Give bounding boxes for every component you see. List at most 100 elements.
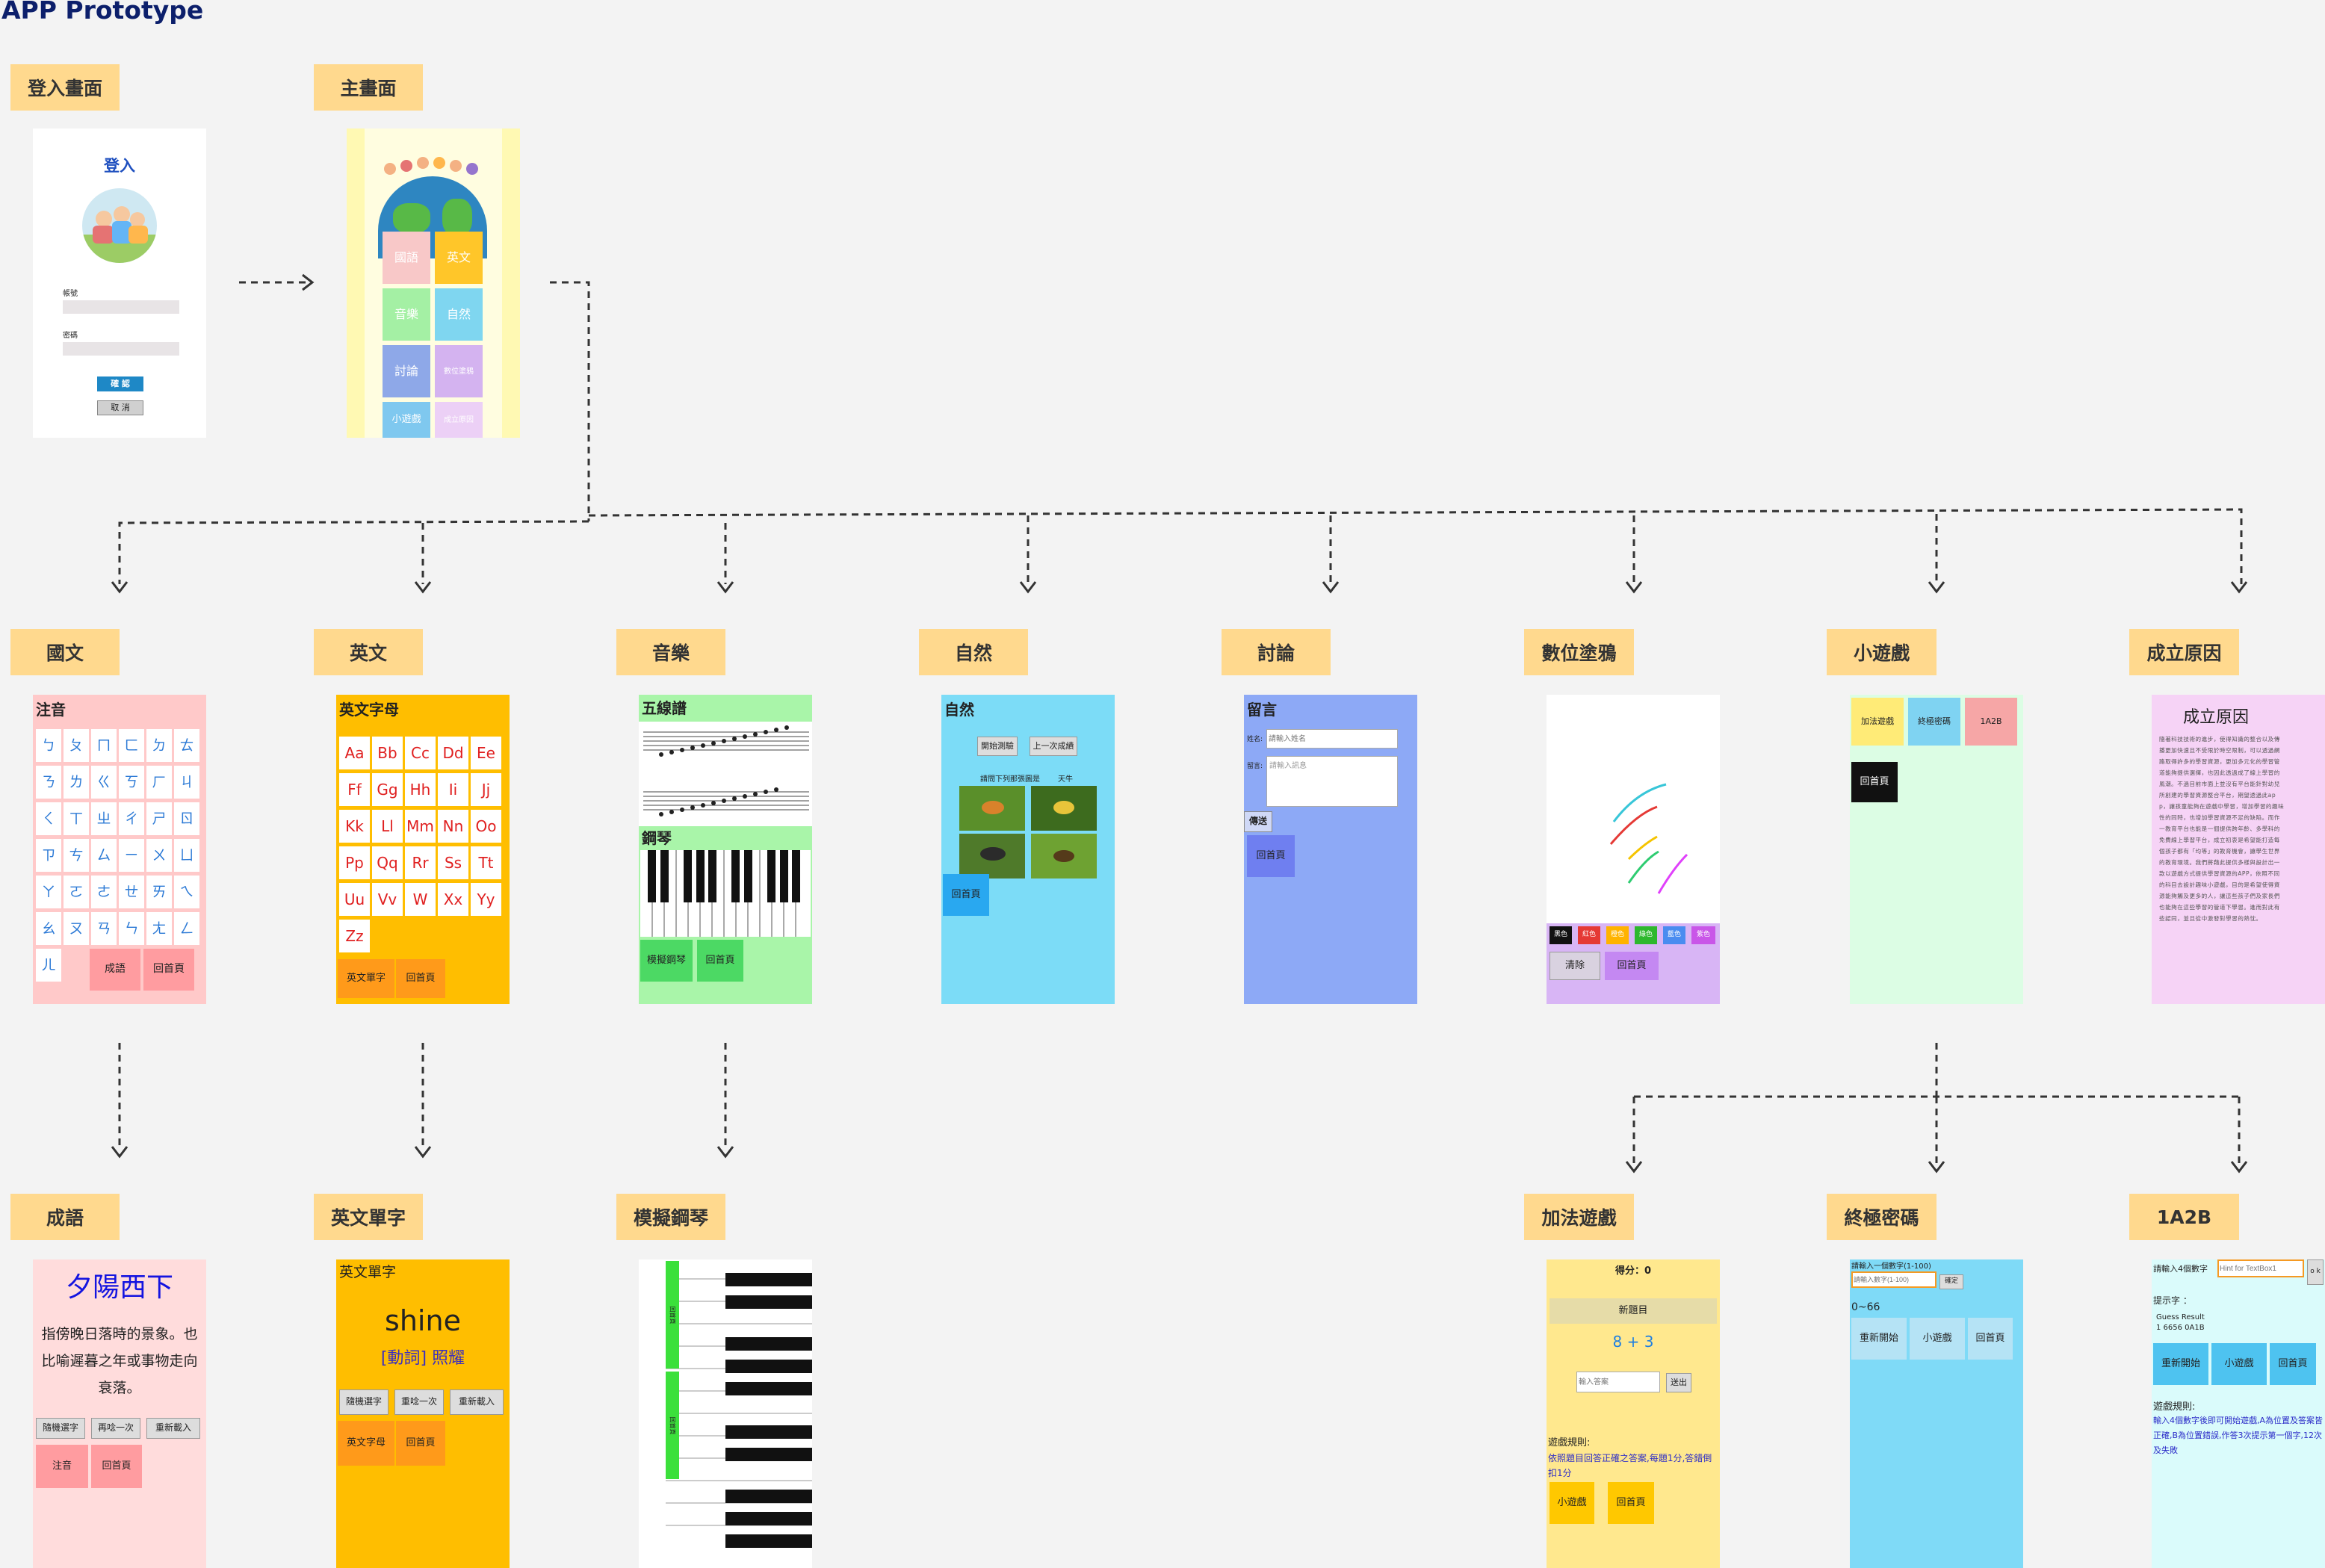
color-purple-button[interactable]: 紫色	[1691, 926, 1715, 944]
zhuyin-key[interactable]: ㄜ	[91, 876, 117, 908]
zhuyin-key[interactable]: ㄏ	[146, 766, 172, 799]
zhuyin-key[interactable]: ㄛ	[64, 876, 89, 908]
zhuyin-key[interactable]: ㄢ	[91, 912, 117, 945]
home-button[interactable]: 回首頁	[91, 1445, 142, 1488]
letter-key[interactable]: Pp	[339, 846, 370, 879]
letter-key[interactable]: Hh	[405, 773, 436, 806]
zhuyin-key[interactable]: ㄎ	[119, 766, 144, 799]
insect-photo-1[interactable]	[959, 786, 1025, 831]
letter-key[interactable]: Mm	[405, 810, 436, 843]
zhuyin-key[interactable]: ㄒ	[64, 802, 89, 835]
insect-photo-3[interactable]	[959, 834, 1025, 878]
zhuyin-key[interactable]: ㄓ	[91, 802, 117, 835]
zhuyin-key[interactable]: ㄐ	[174, 766, 199, 799]
zhuyin-key[interactable]: ㄈ	[119, 729, 144, 762]
letter-key[interactable]: Ll	[372, 810, 403, 843]
letter-key[interactable]: Kk	[339, 810, 370, 843]
random-word-button[interactable]: 隨機選字	[339, 1389, 388, 1415]
idiom-button[interactable]: 成語	[90, 949, 140, 991]
answer-input[interactable]	[1576, 1372, 1660, 1392]
letter-key[interactable]: Jj	[471, 773, 501, 806]
zhuyin-key[interactable]: ㄩ	[174, 839, 199, 872]
password-input[interactable]	[63, 342, 179, 356]
ab-game-button[interactable]: 1A2B	[1965, 698, 2017, 746]
piano-side-button-a[interactable]: 回首頁	[666, 1261, 679, 1369]
clear-button[interactable]: 清除	[1550, 952, 1600, 980]
zhuyin-key[interactable]: ㄑ	[36, 802, 61, 835]
restart-button[interactable]: 重新開始	[1851, 1318, 1907, 1360]
zhuyin-key[interactable]: ㄆ	[64, 729, 89, 762]
letter-key[interactable]: Ii	[438, 773, 468, 806]
color-black-button[interactable]: 黑色	[1550, 926, 1572, 944]
color-green-button[interactable]: 綠色	[1635, 926, 1657, 944]
guess-input[interactable]	[1851, 1271, 1937, 1288]
home-button[interactable]: 回首頁	[1605, 952, 1659, 980]
letter-key[interactable]: Ss	[438, 846, 468, 879]
name-input[interactable]	[1266, 729, 1398, 749]
games-button[interactable]: 小遊戲	[1550, 1482, 1594, 1524]
zhuyin-key[interactable]: ㄖ	[174, 802, 199, 835]
tile-games[interactable]: 小遊戲	[383, 402, 430, 438]
home-button[interactable]: 回首頁	[2270, 1343, 2316, 1385]
letter-key[interactable]: Nn	[438, 810, 468, 843]
color-orange-button[interactable]: 橙色	[1606, 926, 1629, 944]
restart-button[interactable]: 重新開始	[2153, 1343, 2208, 1385]
piano-button[interactable]: 模擬鋼琴	[640, 940, 693, 982]
tile-discuss[interactable]: 討論	[383, 345, 430, 397]
home-button[interactable]: 回首頁	[396, 959, 445, 998]
zhuyin-key[interactable]: ㄡ	[64, 912, 89, 945]
letter-key[interactable]: Bb	[372, 737, 403, 769]
piano-side-button-b[interactable]: 回首頁	[666, 1372, 679, 1479]
tile-chinese[interactable]: 國語	[383, 232, 430, 284]
home-button[interactable]: 回首頁	[396, 1421, 445, 1466]
words-button[interactable]: 英文單字	[338, 959, 394, 998]
cancel-button[interactable]: 取 消	[97, 400, 143, 415]
zhuyin-key[interactable]: ㄗ	[36, 839, 61, 872]
letter-key[interactable]: Vv	[372, 883, 403, 916]
zhuyin-key[interactable]: ㄥ	[174, 912, 199, 945]
zhuyin-key[interactable]: ㄕ	[146, 802, 172, 835]
ok-button[interactable]: o k	[2307, 1259, 2324, 1285]
insect-photo-2[interactable]	[1031, 786, 1097, 831]
zhuyin-key[interactable]: ㄇ	[91, 729, 117, 762]
confirm-button[interactable]: 確 認	[97, 376, 143, 391]
start-quiz-button[interactable]: 開始測驗	[977, 737, 1018, 756]
add-game-button[interactable]: 加法遊戲	[1851, 698, 1904, 746]
zhuyin-key[interactable]: ㄦ	[36, 949, 61, 982]
zhuyin-key[interactable]: ㄘ	[64, 839, 89, 872]
ultimate-game-button[interactable]: 終極密碼	[1908, 698, 1960, 746]
zhuyin-key[interactable]: ㄠ	[36, 912, 61, 945]
random-word-button[interactable]: 隨機選字	[36, 1418, 85, 1439]
color-red-button[interactable]: 紅色	[1578, 926, 1600, 944]
letter-key[interactable]: Ee	[471, 737, 501, 769]
zhuyin-key[interactable]: ㄚ	[36, 876, 61, 908]
zhuyin-key[interactable]: ㄙ	[91, 839, 117, 872]
tile-paint[interactable]: 數位塗鴉	[435, 345, 483, 397]
home-button[interactable]: 回首頁	[943, 874, 989, 916]
zhuyin-key[interactable]: ㄞ	[146, 876, 172, 908]
letter-key[interactable]: Xx	[438, 883, 468, 916]
zhuyin-button[interactable]: 注音	[36, 1445, 88, 1488]
send-button[interactable]: 傳送	[1244, 811, 1272, 832]
color-blue-button[interactable]: 藍色	[1663, 926, 1685, 944]
zhuyin-key[interactable]: ㄟ	[174, 876, 199, 908]
zhuyin-key[interactable]: ㄋ	[36, 766, 61, 799]
games-button[interactable]: 小遊戲	[2211, 1343, 2267, 1385]
reload-button[interactable]: 重新載入	[146, 1418, 200, 1439]
home-button[interactable]: 回首頁	[1608, 1482, 1654, 1524]
read-again-button[interactable]: 再唸一次	[91, 1418, 140, 1439]
letter-key[interactable]: Tt	[471, 846, 501, 879]
zhuyin-key[interactable]: ㄨ	[146, 839, 172, 872]
zhuyin-key[interactable]: ㄊ	[174, 729, 199, 762]
letter-key[interactable]: Cc	[405, 737, 436, 769]
home-button[interactable]: 回首頁	[697, 940, 743, 982]
games-button[interactable]: 小遊戲	[1910, 1318, 1965, 1360]
reload-button[interactable]: 重新載入	[450, 1389, 504, 1415]
zhuyin-key[interactable]: ㄧ	[119, 839, 144, 872]
zhuyin-key[interactable]: ㄝ	[119, 876, 144, 908]
home-button[interactable]: 回首頁	[1851, 762, 1898, 802]
ab-input[interactable]	[2217, 1259, 2304, 1277]
home-button[interactable]: 回首頁	[1247, 835, 1295, 877]
letter-key[interactable]: Dd	[438, 737, 468, 769]
tile-english[interactable]: 英文	[435, 232, 483, 284]
